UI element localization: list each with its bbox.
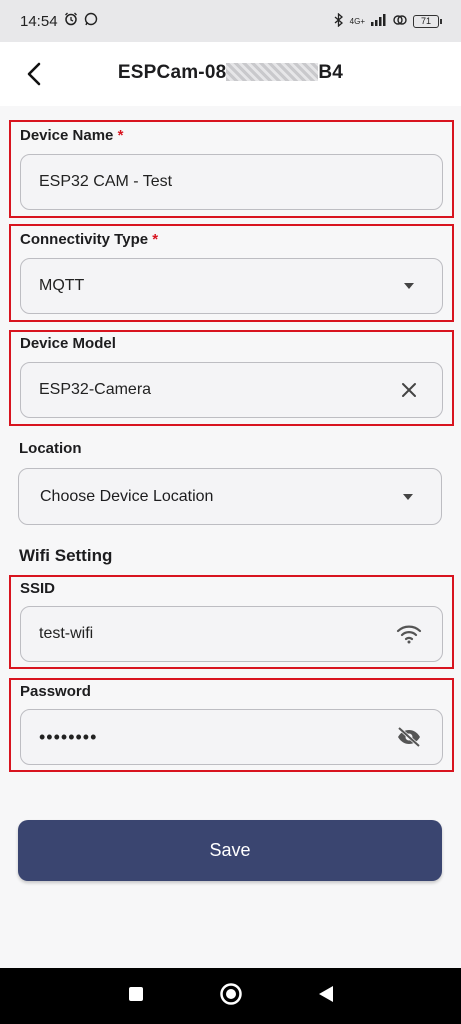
app-bar: ESPCam-08 B4 bbox=[0, 42, 461, 106]
ssid-field[interactable]: test-wifi bbox=[20, 606, 443, 662]
dropdown-arrow-icon bbox=[393, 493, 423, 501]
connectivity-select[interactable]: MQTT bbox=[20, 258, 443, 314]
device-model-section: Device Model ESP32-Camera bbox=[9, 330, 454, 426]
whatsapp-icon bbox=[84, 12, 98, 30]
redacted-block bbox=[226, 63, 319, 81]
clear-icon[interactable] bbox=[394, 375, 424, 405]
required-mark: * bbox=[152, 231, 159, 248]
nav-back-icon[interactable] bbox=[318, 985, 334, 1008]
title-prefix: ESPCam-08 bbox=[117, 62, 227, 83]
device-name-value: ESP32 CAM - Test bbox=[39, 173, 173, 190]
page-title: ESPCam-08 B4 bbox=[0, 62, 461, 84]
location-label: Location bbox=[19, 440, 82, 457]
location-select[interactable]: Choose Device Location bbox=[18, 468, 442, 525]
ssid-label: SSID bbox=[20, 580, 56, 597]
password-label: Password bbox=[20, 683, 91, 700]
hotspot-icon bbox=[393, 14, 407, 29]
nav-square-icon[interactable] bbox=[128, 986, 144, 1007]
connectivity-section: Connectivity Type * MQTT bbox=[9, 224, 454, 322]
password-value: •••••••• bbox=[39, 726, 98, 747]
connectivity-label-text: Connectivity Type bbox=[20, 231, 149, 248]
connectivity-label: Connectivity Type * bbox=[20, 231, 158, 248]
location-placeholder: Choose Device Location bbox=[40, 487, 214, 505]
status-bar: 14:54 4G+ 71 bbox=[0, 0, 461, 42]
title-suffix: B4 bbox=[318, 62, 344, 83]
system-nav-bar bbox=[0, 968, 461, 1024]
device-name-label-text: Device Name bbox=[20, 127, 114, 144]
device-model-field[interactable]: ESP32-Camera bbox=[20, 362, 443, 418]
device-name-section: Device Name * ESP32 CAM - Test bbox=[9, 120, 454, 218]
ssid-section: SSID test-wifi bbox=[9, 575, 454, 669]
visibility-off-icon[interactable] bbox=[394, 722, 424, 752]
password-section: Password •••••••• bbox=[9, 678, 454, 772]
bluetooth-icon bbox=[334, 12, 344, 30]
status-time: 14:54 bbox=[20, 12, 58, 30]
save-button[interactable]: Save bbox=[18, 820, 442, 881]
battery-level: 71 bbox=[420, 16, 431, 26]
wifi-icon bbox=[394, 619, 424, 649]
battery-icon: 71 bbox=[413, 14, 442, 28]
device-name-field[interactable]: ESP32 CAM - Test bbox=[20, 154, 443, 210]
device-name-label: Device Name * bbox=[20, 127, 123, 144]
connectivity-value: MQTT bbox=[39, 277, 85, 294]
device-model-value: ESP32-Camera bbox=[39, 381, 152, 398]
signal-icon bbox=[371, 13, 387, 29]
alarm-icon bbox=[64, 12, 78, 30]
device-model-label: Device Model bbox=[20, 335, 116, 352]
wifi-setting-title: Wifi Setting bbox=[19, 546, 113, 565]
password-field[interactable]: •••••••• bbox=[20, 709, 443, 765]
required-mark: * bbox=[117, 127, 124, 144]
ssid-value: test-wifi bbox=[39, 625, 94, 642]
nav-home-icon[interactable] bbox=[219, 982, 243, 1011]
network-label: 4G+ bbox=[349, 16, 365, 26]
dropdown-arrow-icon bbox=[394, 271, 424, 301]
